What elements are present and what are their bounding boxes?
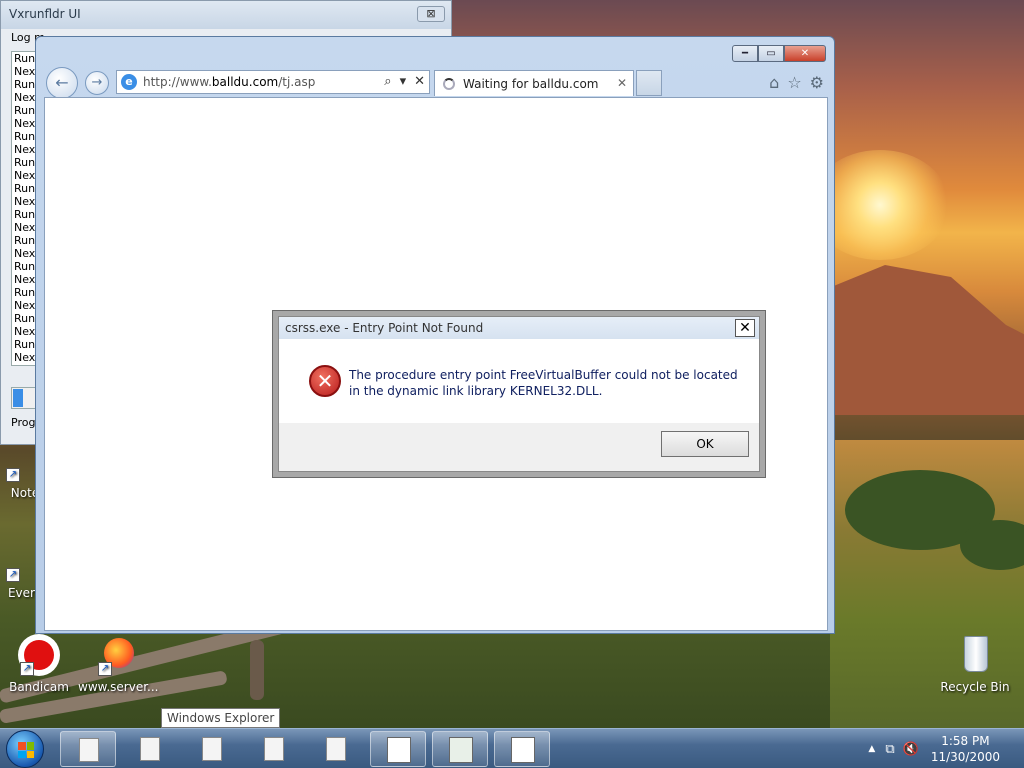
document-icon bbox=[79, 738, 99, 762]
taskbar-item-app[interactable] bbox=[370, 731, 426, 767]
dialog-body: ✕ The procedure entry point FreeVirtualB… bbox=[279, 339, 759, 423]
dialog-message: The procedure entry point FreeVirtualBuf… bbox=[349, 368, 738, 398]
maximize-button[interactable]: ▭ bbox=[758, 45, 784, 62]
desktop-icon-recycle-bin[interactable]: Recycle Bin bbox=[936, 634, 1014, 694]
progress-fill bbox=[13, 389, 23, 407]
dialog-close-button[interactable]: ✕ bbox=[735, 319, 755, 337]
background-window-close-button[interactable]: ⊠ bbox=[417, 6, 445, 22]
show-hidden-icons-icon[interactable]: ▲ bbox=[868, 744, 875, 754]
taskbar-item-document[interactable] bbox=[308, 731, 364, 767]
system-tray: ▲ ⧉ 🔇 1:58 PM 11/30/2000 bbox=[868, 729, 1024, 768]
desktop-icon-label: Recycle Bin bbox=[940, 680, 1010, 694]
shortcut-arrow-icon: ↗ bbox=[20, 662, 34, 676]
clock[interactable]: 1:58 PM 11/30/2000 bbox=[931, 733, 1000, 765]
document-icon bbox=[264, 737, 284, 761]
taskbar-item-explorer[interactable] bbox=[60, 731, 116, 767]
favorites-icon[interactable]: ☆ bbox=[787, 73, 801, 92]
minimize-button[interactable]: ━ bbox=[732, 45, 758, 62]
tab-label: Waiting for balldu.com bbox=[463, 76, 599, 91]
error-icon: ✕ bbox=[309, 365, 341, 397]
document-icon bbox=[202, 737, 222, 761]
ok-button[interactable]: OK bbox=[661, 431, 749, 457]
address-bar[interactable]: e http://www. balldu.com/tj.asp ⌕ ▾ ✕ bbox=[116, 70, 430, 94]
window-caption-buttons: ━ ▭ ✕ bbox=[732, 45, 826, 62]
clock-date: 11/30/2000 bbox=[930, 750, 1000, 764]
tab-active[interactable]: Waiting for balldu.com ✕ bbox=[434, 70, 634, 96]
document-icon bbox=[326, 737, 346, 761]
home-icon[interactable]: ⌂ bbox=[769, 73, 779, 92]
forward-button[interactable]: → bbox=[85, 71, 109, 95]
taskbar-item-document[interactable] bbox=[246, 731, 302, 767]
background-window-titlebar: Vxrunfldr UI bbox=[1, 1, 451, 29]
application-icon bbox=[449, 737, 473, 763]
address-prefix: http://www. bbox=[143, 75, 212, 89]
back-button[interactable]: ← bbox=[46, 67, 78, 99]
desktop-icon-firefox[interactable]: ↗ www.server... bbox=[78, 634, 159, 694]
taskbar-item-document[interactable] bbox=[122, 731, 178, 767]
network-icon[interactable]: ⧉ bbox=[885, 742, 894, 757]
forward-arrow-icon: → bbox=[91, 75, 103, 90]
application-icon bbox=[387, 737, 411, 763]
address-domain: balldu.com bbox=[211, 75, 279, 89]
wallpaper-fence-post bbox=[250, 640, 264, 700]
recycle-bin-icon bbox=[954, 634, 996, 676]
volume-muted-icon[interactable]: 🔇 bbox=[903, 742, 919, 757]
dropdown-icon[interactable]: ▾ bbox=[400, 74, 407, 89]
settings-gear-icon[interactable]: ⚙ bbox=[810, 73, 824, 92]
new-tab-button[interactable] bbox=[636, 70, 662, 96]
dialog-title: csrss.exe - Entry Point Not Found bbox=[279, 317, 759, 339]
address-path: /tj.asp bbox=[278, 75, 316, 89]
windows-logo-icon bbox=[18, 742, 34, 758]
progress-bar bbox=[11, 387, 37, 409]
wallpaper-mountain bbox=[830, 265, 1024, 415]
stop-icon[interactable]: ✕ bbox=[414, 74, 425, 89]
firefox-icon: ↗ bbox=[96, 634, 138, 676]
desktop-icon-label: Bandicam bbox=[9, 680, 69, 694]
application-icon bbox=[511, 737, 535, 763]
shortcut-arrow-icon: ↗ bbox=[6, 468, 20, 482]
desktop-icon-label: www.server... bbox=[78, 680, 159, 694]
taskbar-tooltip: Windows Explorer bbox=[161, 708, 281, 728]
shortcut-arrow-icon: ↗ bbox=[98, 662, 112, 676]
clock-time: 1:58 PM bbox=[941, 734, 990, 748]
taskbar-item-document[interactable] bbox=[184, 731, 240, 767]
ie-page-icon: e bbox=[121, 74, 137, 90]
document-icon bbox=[140, 737, 160, 761]
background-window-title: Vxrunfldr UI bbox=[9, 7, 81, 21]
desktop-icon-bandicam[interactable]: ↗ Bandicam bbox=[0, 634, 78, 694]
taskbar-item-app[interactable] bbox=[432, 731, 488, 767]
taskbar-item-app[interactable] bbox=[494, 731, 550, 767]
shortcut-arrow-icon: ↗ bbox=[6, 568, 20, 582]
loading-spinner-icon bbox=[443, 77, 455, 90]
taskbar: ▲ ⧉ 🔇 1:58 PM 11/30/2000 bbox=[0, 728, 1024, 768]
back-arrow-icon: ← bbox=[55, 73, 69, 92]
search-icon[interactable]: ⌕ bbox=[384, 74, 391, 89]
bandicam-icon: ↗ bbox=[18, 634, 60, 676]
start-button[interactable] bbox=[6, 730, 44, 768]
tab-close-icon[interactable]: ✕ bbox=[617, 76, 627, 90]
close-button[interactable]: ✕ bbox=[784, 45, 826, 62]
error-dialog[interactable]: csrss.exe - Entry Point Not Found ✕ ✕ Th… bbox=[272, 310, 766, 478]
